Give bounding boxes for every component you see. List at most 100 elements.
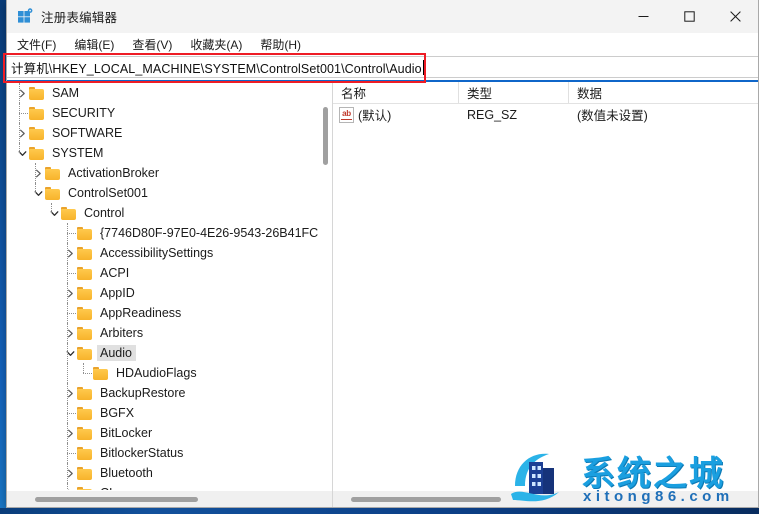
folder-icon [77, 246, 93, 260]
folder-icon [29, 146, 45, 160]
title-bar[interactable]: 注册表编辑器 [7, 0, 758, 33]
address-bar[interactable]: 计算机\HKEY_LOCAL_MACHINE\SYSTEM\ControlSet… [7, 56, 758, 78]
chevron-right-icon[interactable] [31, 163, 45, 183]
tree-item-label: SYSTEM [52, 146, 104, 160]
tree-indent-connector [67, 273, 76, 275]
menu-help[interactable]: 帮助(H) [260, 34, 310, 55]
tree-horizontal-scrollbar[interactable] [7, 491, 332, 507]
folder-icon [29, 86, 45, 100]
tree-item-bitlocker[interactable]: BitLocker [7, 423, 332, 443]
chevron-right-icon[interactable] [63, 383, 77, 403]
tree-item-security[interactable]: SECURITY [7, 103, 332, 123]
tree-indent-guide [67, 343, 69, 363]
tree-item-bitlockerstatus[interactable]: BitlockerStatus [7, 443, 332, 463]
tree-item-controlset001[interactable]: ControlSet001 [7, 183, 332, 203]
tree-horizontal-scroll-thumb[interactable] [35, 497, 198, 502]
column-header-data[interactable]: 数据 [569, 81, 758, 103]
folder-icon [77, 266, 93, 280]
tree-item-7746d80f-97e0-4e26-9543-26b41fc[interactable]: {7746D80F-97E0-4E26-9543-26B41FC [7, 223, 332, 243]
tree-indent-guide [67, 283, 69, 303]
list-column-headers: 名称 类型 数据 [333, 81, 758, 104]
menu-edit[interactable]: 编辑(E) [74, 34, 123, 55]
text-caret [422, 59, 424, 75]
folder-icon [93, 366, 109, 380]
column-header-type[interactable]: 类型 [459, 81, 569, 103]
tree-item-sam[interactable]: SAM [7, 83, 332, 103]
maximize-button[interactable] [666, 0, 712, 32]
tree-item-label: SOFTWARE [52, 126, 123, 140]
folder-icon [77, 446, 93, 460]
tree-item-appreadiness[interactable]: AppReadiness [7, 303, 332, 323]
tree-item-label: Control [84, 206, 125, 220]
tree-item-ci[interactable]: CI [7, 483, 332, 490]
tree-item-activationbroker[interactable]: ActivationBroker [7, 163, 332, 183]
tree-item-audio[interactable]: Audio [7, 343, 332, 363]
chevron-right-icon[interactable] [63, 483, 77, 490]
tree-item-label: SECURITY [52, 106, 116, 120]
value-data-cell: (数值未设置) [577, 109, 648, 123]
list-rows: ab (默认) REG_SZ (数值未设置) [333, 104, 758, 490]
chevron-right-icon[interactable] [15, 83, 29, 103]
tree-vertical-scroll-thumb[interactable] [323, 107, 328, 165]
chevron-down-icon[interactable] [15, 143, 29, 163]
folder-icon [77, 386, 93, 400]
tree-item-software[interactable]: SOFTWARE [7, 123, 332, 143]
menu-view[interactable]: 查看(V) [132, 34, 181, 55]
tree-indent-guide [19, 123, 21, 143]
folder-icon [77, 286, 93, 300]
tree-item-label: BGFX [100, 406, 135, 420]
tree-item-system[interactable]: SYSTEM [7, 143, 332, 163]
table-row[interactable]: ab (默认) REG_SZ (数值未设置) [333, 104, 758, 125]
chevron-right-icon[interactable] [63, 283, 77, 303]
tree-item-bluetooth[interactable]: Bluetooth [7, 463, 332, 483]
tree-vertical-scrollbar[interactable] [322, 81, 329, 490]
tree-indent-guide [35, 163, 37, 183]
minimize-button[interactable] [620, 0, 666, 32]
tree-indent-connector [67, 233, 76, 235]
folder-icon [61, 206, 77, 220]
tree-item-label: {7746D80F-97E0-4E26-9543-26B41FC [100, 226, 319, 240]
chevron-down-icon[interactable] [63, 343, 77, 363]
tree-item-appid[interactable]: AppID [7, 283, 332, 303]
value-type-cell: REG_SZ [467, 107, 518, 122]
menu-favorites[interactable]: 收藏夹(A) [190, 34, 251, 55]
tree-indent-guide [67, 323, 69, 343]
tree-item-label: AppReadiness [100, 306, 182, 320]
tree-item-hdaudioflags[interactable]: HDAudioFlags [7, 363, 332, 383]
registry-editor-window: 注册表编辑器 文件(F) 编辑(E) 查看(V) 收藏夹(A) 帮助(H) 计算… [3, 0, 759, 508]
chevron-right-icon[interactable] [63, 423, 77, 443]
menu-file[interactable]: 文件(F) [17, 34, 65, 55]
value-name-text: (默认) [358, 109, 392, 123]
tree-indent-guide [51, 203, 53, 213]
chevron-down-icon[interactable] [31, 183, 45, 203]
tree-item-arbiters[interactable]: Arbiters [7, 323, 332, 343]
chevron-right-icon[interactable] [63, 323, 77, 343]
tree-item-bgfx[interactable]: BGFX [7, 403, 332, 423]
tree-item-accessibilitysettings[interactable]: AccessibilitySettings [7, 243, 332, 263]
column-header-name[interactable]: 名称 [333, 81, 459, 103]
tree-item-backuprestore[interactable]: BackupRestore [7, 383, 332, 403]
tree-indent-guide [67, 463, 69, 483]
tree-item-label: ACPI [100, 266, 130, 280]
tree-indent-connector [67, 313, 76, 315]
registry-values-pane: 名称 类型 数据 ab (默认) REG_SZ (数值未设置) [333, 81, 758, 507]
tree-indent-guide [19, 143, 21, 153]
tree-indent-guide [67, 383, 69, 403]
list-horizontal-scrollbar[interactable] [333, 490, 758, 507]
chevron-right-icon[interactable] [63, 463, 77, 483]
folder-icon [77, 326, 93, 340]
chevron-down-icon[interactable] [47, 203, 61, 223]
tree-indent-guide [19, 83, 21, 103]
window-title: 注册表编辑器 [41, 10, 118, 25]
tree-item-acpi[interactable]: ACPI [7, 263, 332, 283]
close-button[interactable] [712, 0, 758, 32]
tree-item-control[interactable]: Control [7, 203, 332, 223]
tree-indent-connector [19, 113, 28, 115]
chevron-right-icon[interactable] [15, 123, 29, 143]
address-bar-underline [7, 80, 758, 82]
tree-item-label: BitLocker [100, 426, 153, 440]
list-horizontal-scroll-thumb[interactable] [351, 497, 501, 502]
address-path-text: 计算机\HKEY_LOCAL_MACHINE\SYSTEM\ControlSet… [11, 61, 422, 76]
value-name-cell: ab (默认) [333, 105, 459, 124]
chevron-right-icon[interactable] [63, 243, 77, 263]
